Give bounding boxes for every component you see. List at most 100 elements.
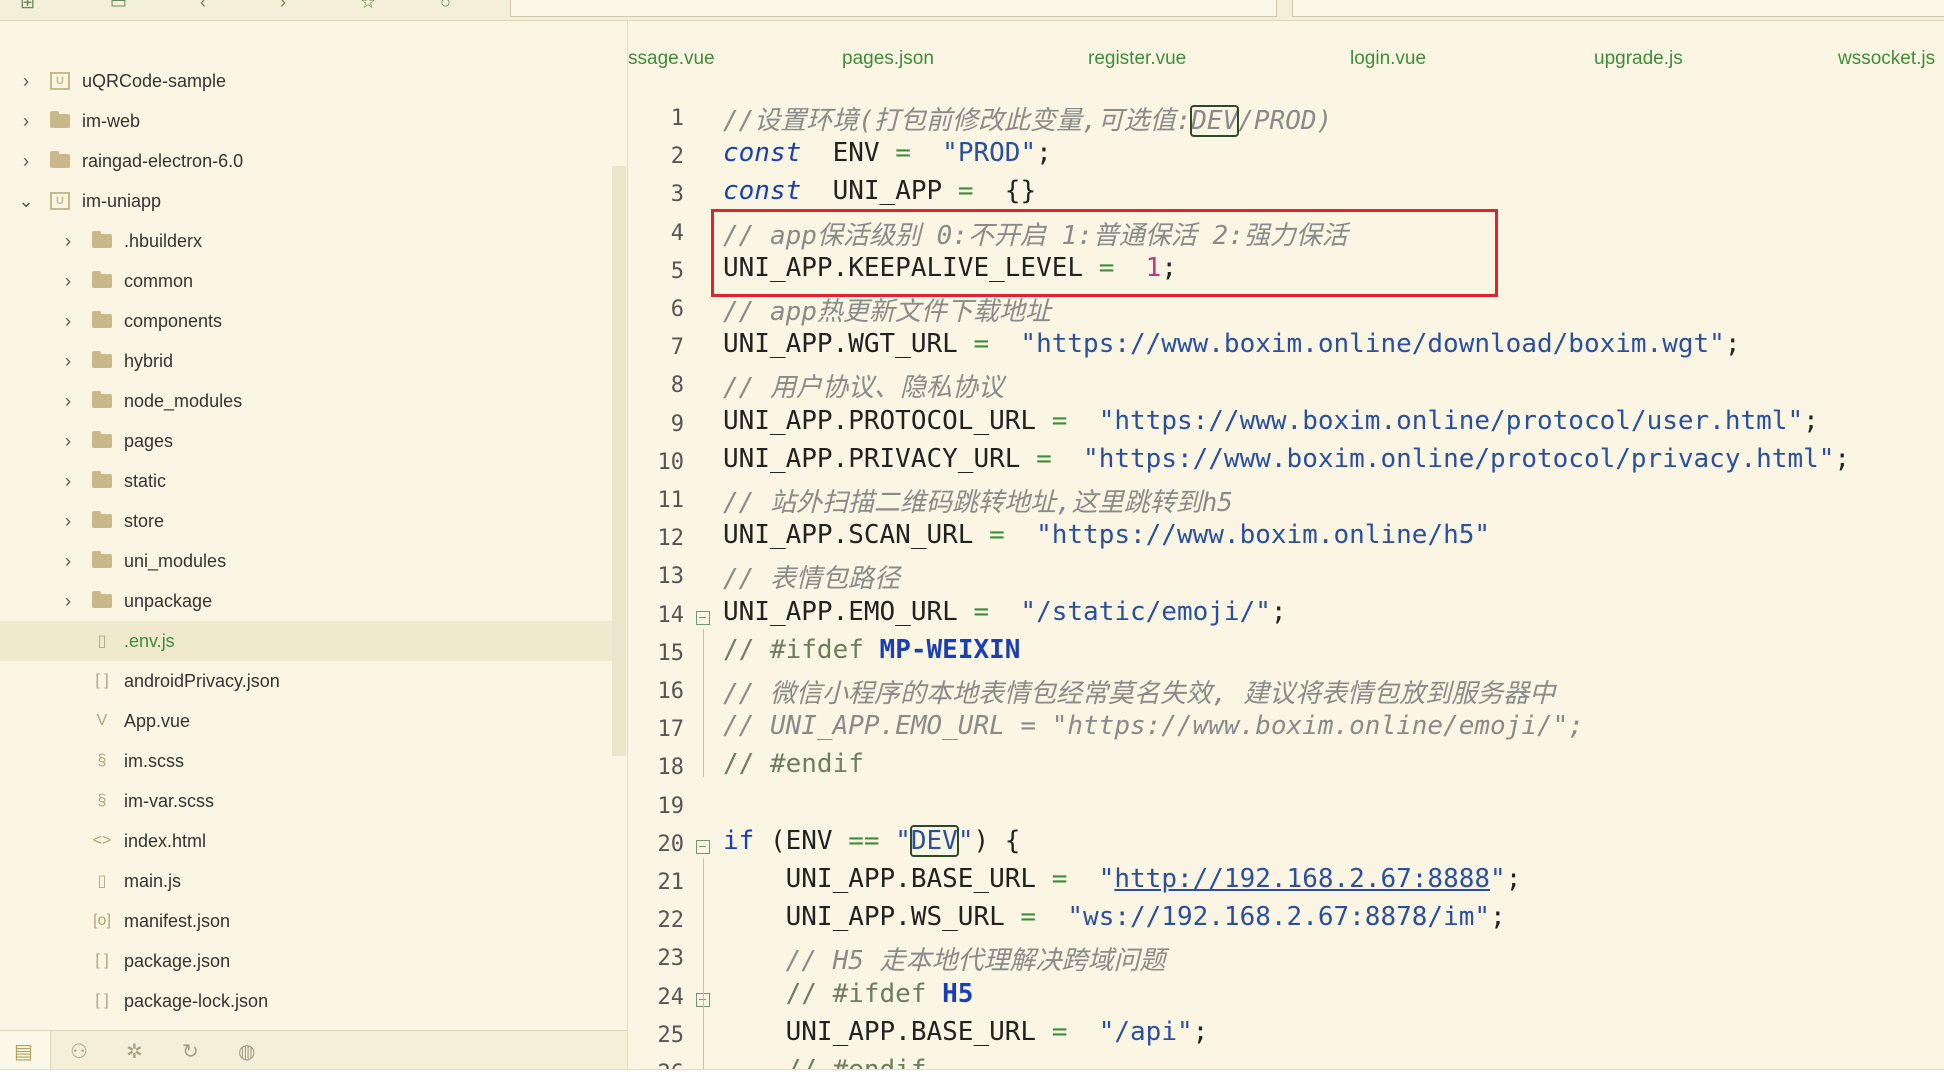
code-line[interactable]: UNI_APP.WS_URL = "ws://192.168.2.67:8878… [723, 902, 1506, 932]
chevron-down-icon[interactable]: ⌄ [16, 191, 36, 211]
line-number: 24 [657, 984, 685, 1010]
code-line[interactable]: //设置环境(打包前修改此变量,可选值:DEV/PROD) [723, 100, 1332, 137]
code-token: //设置环境(打包前修改此变量,可选值: [723, 106, 1192, 136]
chevron-right-icon[interactable]: › [58, 591, 78, 611]
tab-login-vue[interactable]: login.vue [1350, 48, 1426, 70]
code-line[interactable]: // 表情包路径 [723, 558, 900, 595]
code-token: MP-WEIXIN [879, 634, 1021, 665]
code-line[interactable]: UNI_APP.BASE_URL = "/api"; [723, 1017, 1209, 1047]
sidebar-item-package-lock-json[interactable]: [ ] package-lock.json [0, 981, 612, 1021]
code-line[interactable]: UNI_APP.BASE_URL = "http://192.168.2.67:… [723, 864, 1522, 894]
sidebar-item-im-scss[interactable]: § im.scss [0, 741, 612, 781]
chevron-right-icon[interactable]: › [58, 351, 78, 371]
sidebar-item-raingad-electron-6-0[interactable]: › raingad-electron-6.0 [0, 141, 612, 181]
chevron-right-icon[interactable]: › [58, 511, 78, 531]
code-line[interactable]: // 微信小程序的本地表情包经常莫名失效, 建议将表情包放到服务器中 [723, 673, 1555, 710]
code-line[interactable]: UNI_APP.PROTOCOL_URL = "https://www.boxi… [723, 406, 1819, 436]
sidebar-item-main-js[interactable]: ▯ main.js [0, 861, 612, 901]
search-bar[interactable] [1292, 0, 1944, 17]
chevron-right-icon[interactable]: › [16, 71, 36, 91]
new-file-icon[interactable]: ⊞ [20, 0, 35, 13]
sidebar-item-im-uniapp[interactable]: ⌄ Uim-uniapp [0, 181, 612, 221]
save-icon[interactable]: ▭ [110, 0, 127, 13]
sidebar-item-app-vue[interactable]: V App.vue [0, 701, 612, 741]
sidebar-item-uqrcode-sample[interactable]: › UuQRCode-sample [0, 61, 612, 101]
editor-tab-bar: ssage.vue pages.json register.vue login.vue… [628, 40, 1944, 80]
code-token: H5 [942, 978, 974, 1009]
globe-icon[interactable]: ◍ [238, 1039, 255, 1064]
code-line[interactable]: const ENV = "PROD"; [723, 138, 1052, 168]
code-line[interactable]: UNI_APP.PRIVACY_URL = "https://www.boxim… [723, 444, 1850, 474]
chevron-right-icon[interactable]: › [58, 551, 78, 571]
chevron-right-icon[interactable]: › [58, 271, 78, 291]
code-line[interactable]: // 站外扫描二维码跳转地址,这里跳转到h5 [723, 482, 1233, 519]
forward-icon[interactable]: › [280, 0, 286, 13]
tab-ssage-vue[interactable]: ssage.vue [628, 48, 715, 70]
tab-upgrade-js[interactable]: upgrade.js [1594, 48, 1683, 70]
file-scss-icon: § [97, 792, 107, 809]
sidebar-item-pages[interactable]: › pages [0, 421, 612, 461]
code-line[interactable]: const UNI_APP = {} [723, 176, 1036, 206]
sidebar-item-index-html[interactable]: <> index.html [0, 821, 612, 861]
code-token: (ENV [754, 825, 849, 856]
address-bar[interactable] [510, 0, 1277, 17]
chevron-right-icon[interactable]: › [16, 111, 36, 131]
plugin-icon[interactable]: ⚇ [70, 1039, 88, 1064]
chevron-right-icon[interactable]: › [58, 431, 78, 451]
fold-toggle-icon[interactable] [696, 610, 710, 625]
sidebar-item-store[interactable]: › store [0, 501, 612, 541]
code-line[interactable]: // #endif [723, 1055, 927, 1070]
sidebar-item-hybrid[interactable]: › hybrid [0, 341, 612, 381]
sidebar-item-package-json[interactable]: [ ] package.json [0, 941, 612, 981]
sidebar-item-androidprivacy-json[interactable]: [ ] androidPrivacy.json [0, 661, 612, 701]
chevron-right-icon[interactable]: › [58, 311, 78, 331]
chevron-right-icon[interactable]: › [58, 391, 78, 411]
code-line[interactable]: UNI_APP.WGT_URL = "https://www.boxim.onl… [723, 329, 1740, 359]
code-line[interactable]: // #endif [723, 749, 864, 779]
code-line[interactable]: // UNI_APP.EMO_URL = "https://www.boxim.… [723, 711, 1584, 741]
bookmark-icon[interactable]: ☆ [360, 0, 376, 13]
code-line[interactable]: // H5 走本地代理解决跨域问题 [723, 940, 1166, 977]
code-line[interactable]: UNI_APP.SCAN_URL = "https://www.boxim.on… [723, 520, 1490, 550]
sidebar-item-env-js[interactable]: ▯ .env.js [0, 621, 612, 661]
code-line[interactable]: // #ifdef H5 [723, 978, 974, 1009]
sidebar-item-static[interactable]: › static [0, 461, 612, 501]
code-token: = [1051, 864, 1068, 894]
sidebar-item-im-web[interactable]: › im-web [0, 101, 612, 141]
code-line[interactable]: // 用户协议、隐私协议 [723, 367, 1004, 404]
line-number: 16 [657, 679, 685, 704]
sidebar-item-hbuilderx[interactable]: › .hbuilderx [0, 221, 612, 261]
code-line[interactable]: if (ENV == "DEV") { [723, 824, 1020, 857]
tab-pages-json[interactable]: pages.json [842, 48, 934, 70]
sidebar-item-common[interactable]: › common [0, 261, 612, 301]
code-token: UNI_APP.PROTOCOL_URL [723, 405, 1052, 436]
sidebar-item-label: package.json [124, 950, 231, 971]
code-token: // app热更新文件下载地址 [723, 297, 1051, 327]
sidebar-item-manifest-json[interactable]: [o] manifest.json [0, 901, 612, 941]
sidebar-item-im-var-scss[interactable]: § im-var.scss [0, 781, 612, 821]
sidebar-item-unpackage[interactable]: › unpackage [0, 581, 612, 621]
sidebar-item-uni-modules[interactable]: › uni_modules [0, 541, 612, 581]
sidebar-item-components[interactable]: › components [0, 301, 612, 341]
tab-wssocket-js[interactable]: wssocket.js [1838, 48, 1935, 70]
sidebar-scrollbar[interactable] [612, 166, 626, 756]
project-manager-icon[interactable]: ▤ [14, 1039, 33, 1064]
code-line[interactable]: // #ifdef MP-WEIXIN [723, 635, 1020, 665]
code-line[interactable]: UNI_APP.EMO_URL = "/static/emoji/"; [723, 597, 1287, 627]
file-manifest-icon: [o] [93, 912, 111, 929]
chevron-right-icon[interactable]: › [58, 231, 78, 251]
chevron-right-icon[interactable]: › [58, 471, 78, 491]
run-icon[interactable]: ○ [440, 0, 451, 13]
tab-register-vue[interactable]: register.vue [1088, 48, 1186, 70]
code-token: = [973, 329, 990, 360]
sidebar-item-node-modules[interactable]: › node_modules [0, 381, 612, 421]
source-control-icon[interactable]: ↻ [182, 1039, 199, 1064]
sidebar-item-label: im.scss [124, 750, 184, 771]
folder-icon [92, 431, 112, 448]
chevron-right-icon[interactable]: › [16, 151, 36, 171]
sidebar-item-label: raingad-electron-6.0 [82, 150, 244, 171]
debug-icon[interactable]: ✲ [126, 1039, 143, 1064]
fold-toggle-icon[interactable] [696, 839, 710, 854]
back-icon[interactable]: ‹ [200, 0, 206, 13]
